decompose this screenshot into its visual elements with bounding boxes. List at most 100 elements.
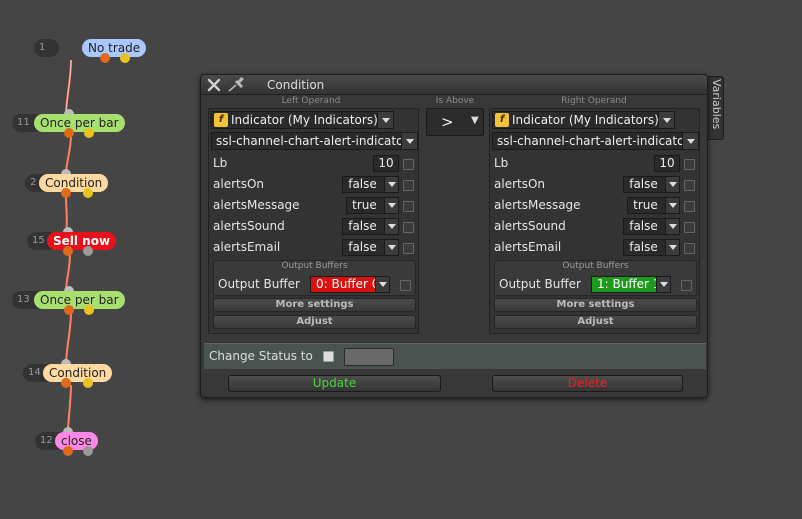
left-source-select[interactable]: f Indicator (My Indicators) xyxy=(211,111,394,129)
output-port-icon[interactable] xyxy=(61,188,71,198)
chevron-down-icon[interactable] xyxy=(384,240,398,255)
chevron-down-icon[interactable] xyxy=(384,198,398,213)
right-source-select[interactable]: f Indicator (My Indicators) xyxy=(492,111,675,129)
optimize-checkbox[interactable] xyxy=(403,222,414,233)
chevron-down-icon[interactable] xyxy=(665,198,679,213)
chevron-down-icon[interactable] xyxy=(384,177,398,192)
param-value: true xyxy=(633,198,658,212)
param-value-select[interactable]: false xyxy=(342,218,399,235)
node-label: Sell now xyxy=(47,232,117,250)
change-status-row: Change Status to xyxy=(204,343,706,369)
param-row: alertsEmail false xyxy=(494,238,697,257)
chevron-down-icon[interactable] xyxy=(665,219,679,234)
output-port-icon[interactable] xyxy=(84,128,94,138)
param-value-select[interactable]: false xyxy=(623,218,680,235)
chevron-down-icon[interactable] xyxy=(384,219,398,234)
dialog-title: Condition xyxy=(267,78,325,92)
adjust-button[interactable]: Adjust xyxy=(213,315,416,329)
chevron-down-icon[interactable] xyxy=(401,133,417,149)
more-settings-button[interactable]: More settings xyxy=(494,298,697,312)
output-port-icon[interactable] xyxy=(64,128,74,138)
output-port-icon[interactable] xyxy=(100,53,110,63)
right-operand-caption: Right Operand xyxy=(561,96,627,106)
param-row: Lb 10 xyxy=(494,154,697,173)
right-indicator-select[interactable]: ssl-channel-chart-alert-indicator xyxy=(492,132,699,150)
output-buffer-select[interactable]: 0: Buffer 0 xyxy=(310,276,390,293)
optimize-checkbox[interactable] xyxy=(681,280,692,291)
param-row: alertsSound false xyxy=(213,217,416,236)
more-settings-button[interactable]: More settings xyxy=(213,298,416,312)
param-value: true xyxy=(352,198,377,212)
param-label: alertsEmail xyxy=(494,240,562,254)
output-buffers-title: Output Buffers xyxy=(562,261,629,271)
variables-tab[interactable]: Variables xyxy=(708,76,724,140)
param-value-input[interactable]: 10 xyxy=(373,155,399,172)
chevron-down-icon[interactable] xyxy=(377,112,393,128)
param-value-select[interactable]: false xyxy=(623,176,680,193)
pin-icon[interactable] xyxy=(227,77,249,93)
output-port-icon[interactable] xyxy=(64,305,74,315)
param-label: Lb xyxy=(494,156,509,170)
status-color-swatch[interactable] xyxy=(344,348,394,366)
param-value-select[interactable]: false xyxy=(342,239,399,256)
optimize-checkbox[interactable] xyxy=(403,180,414,191)
update-button[interactable]: Update xyxy=(228,375,441,392)
optimize-checkbox[interactable] xyxy=(684,159,695,170)
output-buffer-value: 0: Buffer 0 xyxy=(316,277,380,291)
param-value-select[interactable]: true xyxy=(346,197,399,214)
chevron-down-icon[interactable] xyxy=(375,277,389,292)
optimize-checkbox[interactable] xyxy=(684,222,695,233)
optimize-checkbox[interactable] xyxy=(684,243,695,254)
param-value: false xyxy=(629,219,658,233)
optimize-checkbox[interactable] xyxy=(403,159,414,170)
close-icon[interactable] xyxy=(207,78,221,92)
param-value-select[interactable]: true xyxy=(627,197,680,214)
left-source-value: Indicator (My Indicators) xyxy=(231,113,378,127)
chevron-down-icon[interactable] xyxy=(656,277,670,292)
param-value-select[interactable]: false xyxy=(623,239,680,256)
optimize-checkbox[interactable] xyxy=(684,201,695,212)
output-port-icon[interactable] xyxy=(83,446,93,456)
right-operand-panel: f Indicator (My Indicators) ssl-channel-c… xyxy=(489,108,700,334)
param-label: alertsSound xyxy=(213,219,285,233)
output-port-icon[interactable] xyxy=(84,305,94,315)
right-source-value: Indicator (My Indicators) xyxy=(512,113,659,127)
chevron-down-icon[interactable] xyxy=(682,133,698,149)
optimize-checkbox[interactable] xyxy=(403,201,414,212)
dialog-titlebar[interactable]: Condition xyxy=(201,75,707,95)
node-number: 1 xyxy=(34,39,60,57)
optimize-checkbox[interactable] xyxy=(400,280,411,291)
left-indicator-select[interactable]: ssl-channel-chart-alert-indicator xyxy=(211,132,418,150)
optimize-checkbox[interactable] xyxy=(403,243,414,254)
param-label: alertsOn xyxy=(213,177,265,191)
chevron-down-icon[interactable] xyxy=(665,177,679,192)
output-port-icon[interactable] xyxy=(63,246,73,256)
output-port-icon[interactable] xyxy=(63,446,73,456)
chevron-down-icon[interactable] xyxy=(658,112,674,128)
variables-tab-label: Variables xyxy=(710,79,723,130)
chevron-down-icon[interactable] xyxy=(665,240,679,255)
node-label: Once per bar xyxy=(34,114,125,132)
output-buffer-select[interactable]: 1: Buffer 1 xyxy=(591,276,671,293)
param-value: false xyxy=(629,177,658,191)
output-buffers-group: Output Buffers Output Buffer 0: Buffer 0 xyxy=(213,260,416,296)
change-status-checkbox[interactable] xyxy=(323,351,334,362)
param-value-input[interactable]: 10 xyxy=(654,155,680,172)
param-label: alertsSound xyxy=(494,219,566,233)
output-port-icon[interactable] xyxy=(83,188,93,198)
optimize-checkbox[interactable] xyxy=(684,180,695,191)
param-value: false xyxy=(348,240,377,254)
output-port-icon[interactable] xyxy=(83,378,93,388)
output-port-icon[interactable] xyxy=(83,246,93,256)
flow-line xyxy=(65,311,72,366)
param-value-select[interactable]: false xyxy=(342,176,399,193)
operator-caption: Is Above xyxy=(435,96,475,106)
param-row: alertsSound false xyxy=(494,217,697,236)
delete-button[interactable]: Delete xyxy=(492,375,683,392)
output-port-icon[interactable] xyxy=(120,53,130,63)
function-icon: f xyxy=(495,113,509,127)
param-row: alertsOn false xyxy=(494,175,697,194)
output-port-icon[interactable] xyxy=(61,378,71,388)
adjust-button[interactable]: Adjust xyxy=(494,315,697,329)
operator-select[interactable]: > ▼ xyxy=(426,108,484,136)
